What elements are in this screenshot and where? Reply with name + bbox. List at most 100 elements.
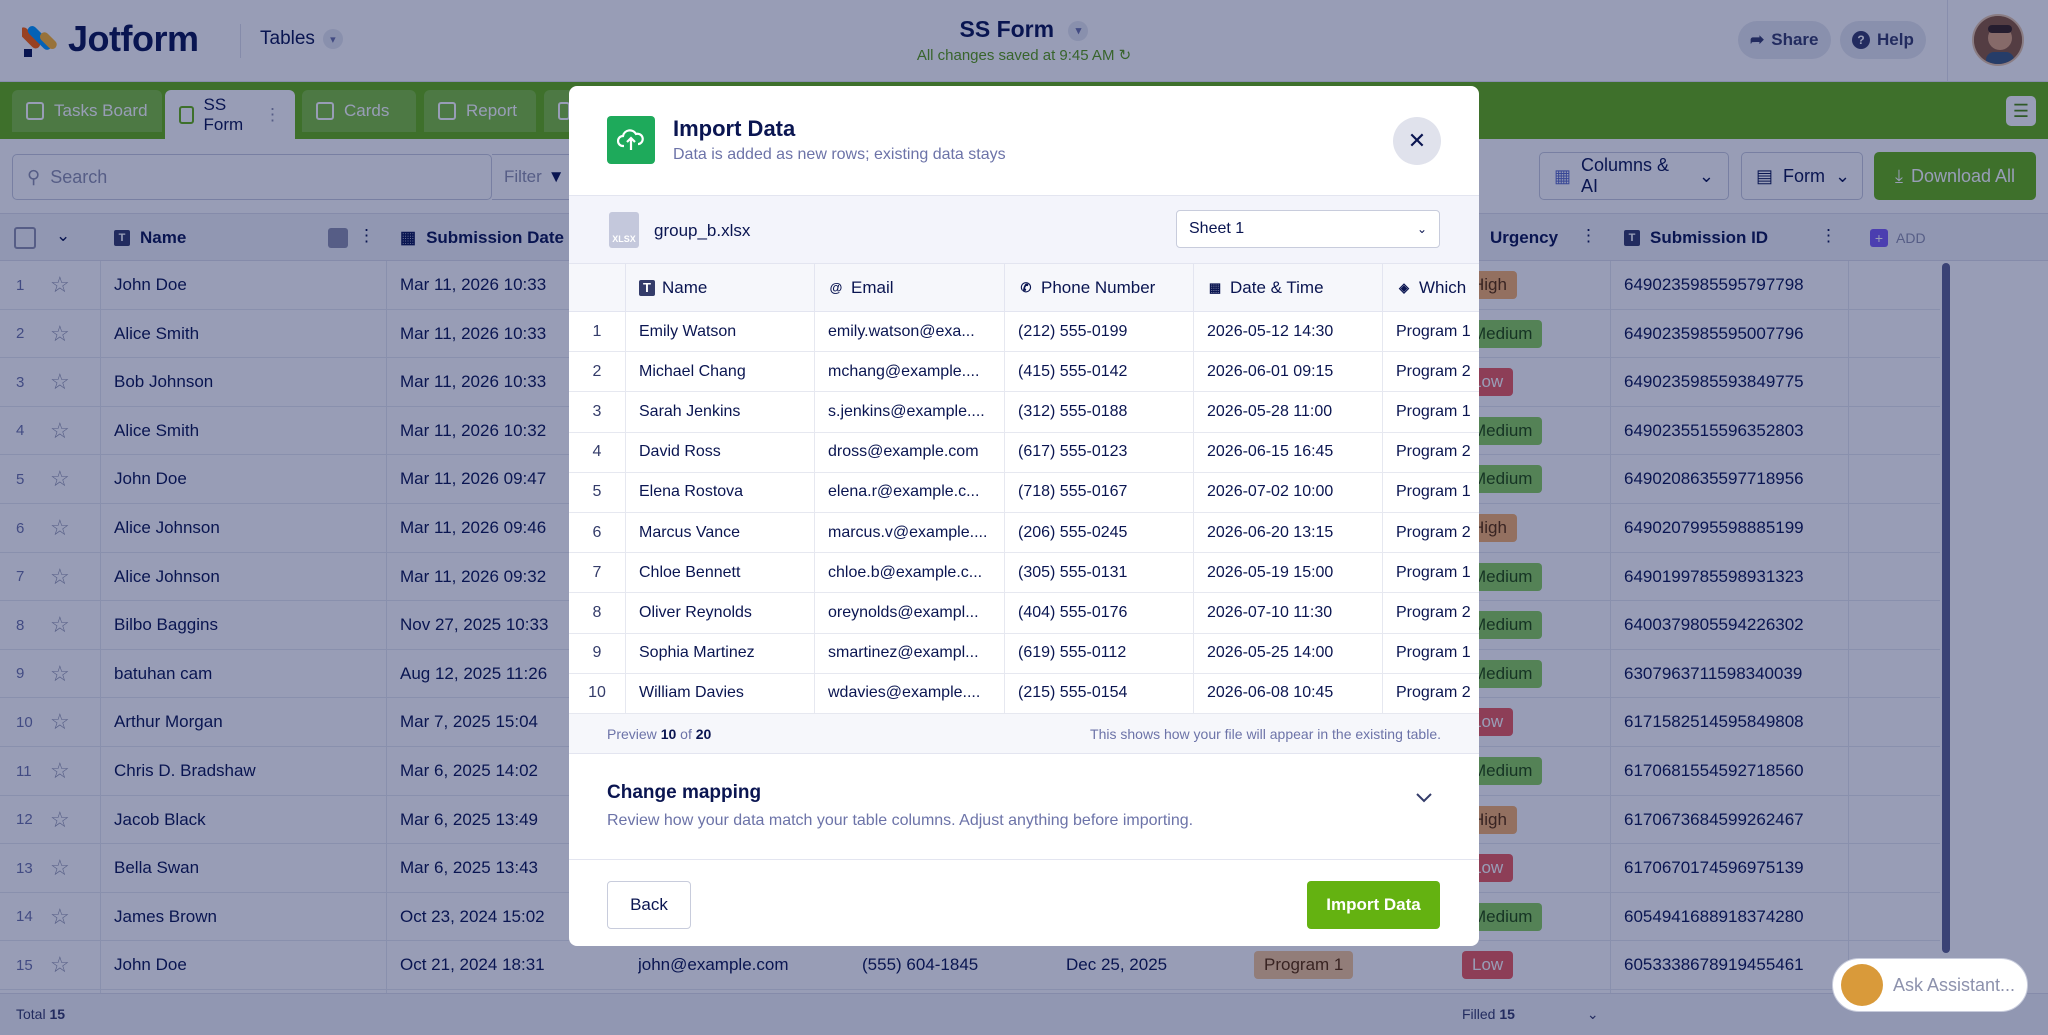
preview-cell-date-time: 2026-07-02 10:00 [1194,472,1383,513]
text-field-icon: T [639,279,655,296]
preview-prefix: Preview [607,726,657,742]
preview-cell-phone: (718) 555-0167 [1005,472,1194,513]
preview-cell-phone: (415) 555-0142 [1005,352,1194,393]
preview-row-number: 5 [569,472,626,513]
phone-icon: ✆ [1020,279,1032,295]
preview-cell-email: chloe.b@example.c... [815,553,1005,594]
preview-cell-date-time: 2026-05-25 14:00 [1194,633,1383,674]
file-name: group_b.xlsx [654,221,751,240]
close-icon[interactable]: ✕ [1393,117,1441,165]
preview-cell-date-time: 2026-05-28 11:00 [1194,392,1383,433]
change-mapping-section[interactable]: Change mapping Review how your data matc… [569,754,1479,860]
preview-column-name: T Name [626,264,815,312]
preview-cell-name: David Ross [626,432,815,473]
modal-title: Import Data [673,116,796,141]
preview-cell-which: Program 1 [1383,473,1479,513]
preview-cell-which: Program 1 [1383,312,1479,353]
preview-cell-date-time: 2026-07-10 11:30 [1194,593,1383,634]
preview-cell-phone: (312) 555-0188 [1005,392,1194,433]
ask-assistant-button[interactable]: Ask Assistant... [1832,958,2028,1012]
chevron-down-icon[interactable] [1415,788,1433,809]
preview-cell-email: mchang@example.... [815,352,1005,393]
preview-cell-name: Sophia Martinez [626,633,815,674]
sheet-select[interactable]: Sheet 1 ⌄ [1176,210,1440,248]
preview-cell-which: Program 2 [1383,513,1479,554]
preview-column-label: Date & Time [1230,277,1324,297]
preview-cell-name: Elena Rostova [626,472,815,513]
preview-column-label: Name [662,277,708,297]
preview-info-bar: Preview 10 of 20 This shows how your fil… [569,714,1479,754]
preview-cell-phone: (617) 555-0123 [1005,432,1194,473]
preview-column-label: Email [851,277,894,297]
preview-row-number: 8 [569,593,626,634]
preview-cell-phone: (404) 555-0176 [1005,593,1194,634]
row-number-header [569,264,626,312]
preview-cell-phone: (215) 555-0154 [1005,673,1194,714]
preview-cell-phone: (206) 555-0245 [1005,513,1194,554]
preview-cell-email: smartinez@exampl... [815,633,1005,674]
preview-table: T Name @ Email ✆ Phone Number ▦ Date & T… [569,264,1479,714]
preview-cell-name: Emily Watson [626,312,815,353]
preview-row-number: 3 [569,392,626,433]
preview-cell-date-time: 2026-06-08 10:45 [1194,673,1383,714]
preview-column-date-time: ▦ Date & Time [1194,264,1383,312]
file-type-label: XLSX [612,234,636,244]
mapping-title: Change mapping [607,782,762,803]
preview-cell-email: emily.watson@exa... [815,312,1005,353]
preview-cell-phone: (619) 555-0112 [1005,633,1194,674]
preview-cell-which: Program 1 [1383,392,1479,433]
mapping-subtitle: Review how your data match your table co… [607,812,1194,829]
preview-row-number: 4 [569,432,626,473]
preview-cell-name: Michael Chang [626,352,815,393]
sheet-select-value: Sheet 1 [1189,220,1245,237]
preview-row-number: 2 [569,352,626,393]
preview-row-number: 1 [569,312,626,353]
xlsx-file-icon: XLSX [609,212,639,248]
preview-cell-which: Program 2 [1383,674,1479,714]
preview-count: Preview 10 of 20 [607,726,711,742]
assistant-label: Ask Assistant... [1893,974,2016,995]
preview-note: This shows how your file will appear in … [1090,726,1441,742]
preview-cell-email: dross@example.com [815,432,1005,473]
preview-cell-which: Program 2 [1383,352,1479,393]
calendar-icon: ▦ [1208,279,1222,295]
preview-column-which: ◈ Which [1383,264,1479,312]
back-button[interactable]: Back [607,881,691,929]
preview-cell-date-time: 2026-06-15 16:45 [1194,432,1383,473]
preview-row-number: 9 [569,633,626,674]
preview-column-phone: ✆ Phone Number [1005,264,1194,312]
import-data-button[interactable]: Import Data [1307,881,1440,929]
chevron-down-icon-svg [1416,793,1432,803]
cloud-upload-icon-svg [617,129,644,150]
preview-cell-email: wdavies@example.... [815,673,1005,714]
preview-column-email: @ Email [815,264,1005,312]
at-sign-icon: @ [829,280,843,295]
preview-cell-which: Program 2 [1383,433,1479,473]
preview-cell-email: oreynolds@exampl... [815,593,1005,634]
preview-cell-which: Program 1 [1383,553,1479,594]
preview-row-number: 6 [569,513,626,554]
preview-cell-date-time: 2026-06-01 09:15 [1194,352,1383,393]
preview-cell-name: Marcus Vance [626,513,815,554]
preview-row-number: 10 [569,673,626,714]
preview-cell-email: marcus.v@example.... [815,513,1005,554]
preview-cell-email: elena.r@example.c... [815,472,1005,513]
preview-cell-date-time: 2026-05-19 15:00 [1194,553,1383,594]
preview-total: 20 [695,726,712,742]
tag-icon: ◈ [1399,279,1409,295]
preview-cell-which: Program 2 [1383,593,1479,634]
modal-header: Import Data Data is added as new rows; e… [569,86,1479,196]
preview-cell-name: William Davies [626,673,815,714]
preview-cell-name: Chloe Bennett [626,553,815,594]
preview-cell-name: Sarah Jenkins [626,392,815,433]
preview-cell-email: s.jenkins@example.... [815,392,1005,433]
preview-cell-date-time: 2026-06-20 13:15 [1194,513,1383,554]
preview-cell-phone: (212) 555-0199 [1005,312,1194,353]
preview-cell-date-time: 2026-05-12 14:30 [1194,312,1383,353]
import-data-modal: Import Data Data is added as new rows; e… [569,86,1479,946]
preview-cell-name: Oliver Reynolds [626,593,815,634]
preview-column-label: Which [1419,277,1467,297]
modal-subtitle: Data is added as new rows; existing data… [673,146,1006,163]
preview-row-number: 7 [569,553,626,594]
file-bar: XLSX group_b.xlsx Sheet 1 ⌄ [569,196,1479,264]
